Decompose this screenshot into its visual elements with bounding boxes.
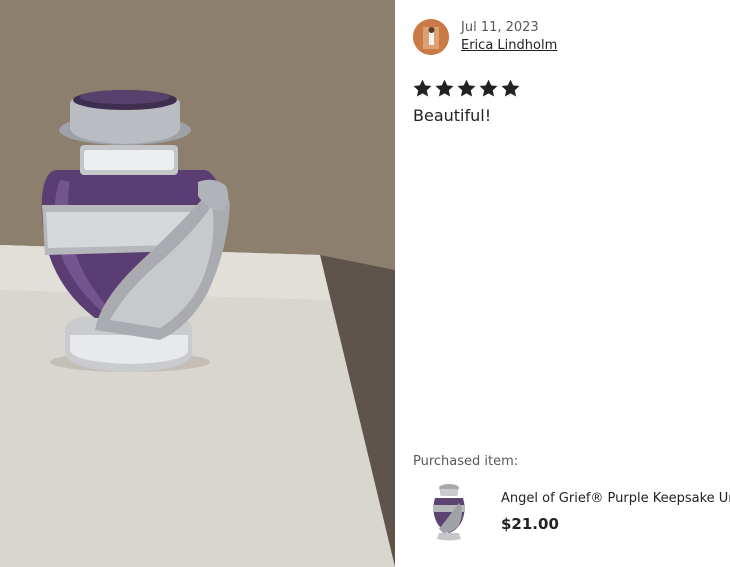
- star-icon: [435, 79, 454, 97]
- star-icon: [457, 79, 476, 97]
- star-icon: [479, 79, 498, 97]
- review-date: Jul 11, 2023: [461, 20, 539, 35]
- reviewer-avatar[interactable]: [413, 19, 449, 55]
- avatar-image-icon: [413, 19, 449, 55]
- review-text: Beautiful!: [413, 106, 492, 125]
- reviewer-name-link[interactable]: Erica Lindholm: [461, 38, 557, 53]
- urn-thumbnail-icon: [425, 481, 473, 543]
- review-details: Jul 11, 2023 Erica Lindholm Beautiful! P…: [395, 0, 730, 567]
- product-title-link[interactable]: Angel of Grief® Purple Keepsake Urn: [501, 491, 730, 506]
- review-photo[interactable]: [0, 0, 395, 567]
- urn-photo-illustration: [0, 0, 395, 567]
- star-rating: [412, 78, 521, 99]
- star-icon: [413, 79, 432, 97]
- product-thumbnail[interactable]: [425, 481, 473, 543]
- product-price: $21.00: [501, 515, 559, 533]
- purchased-item-label: Purchased item:: [413, 454, 519, 469]
- star-icon: [501, 79, 520, 97]
